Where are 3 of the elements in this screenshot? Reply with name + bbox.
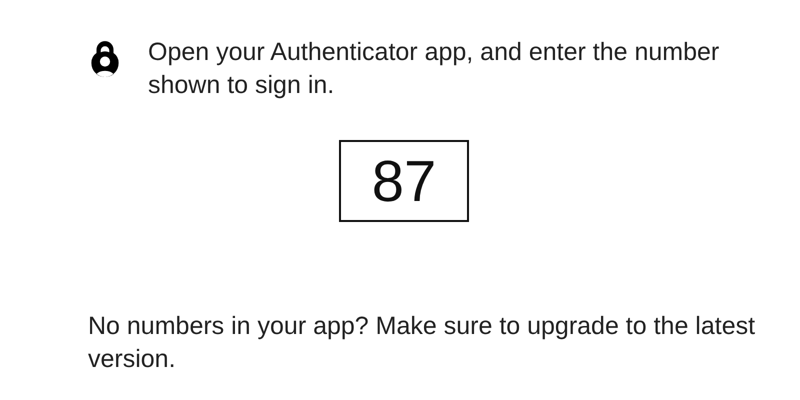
footer-text: No numbers in your app? Make sure to upgrade to the latest version. — [88, 311, 756, 375]
number-display: 87 — [339, 140, 469, 222]
instruction-text: Open your Authenticator app, and enter the number shown to sign in. — [148, 37, 720, 101]
